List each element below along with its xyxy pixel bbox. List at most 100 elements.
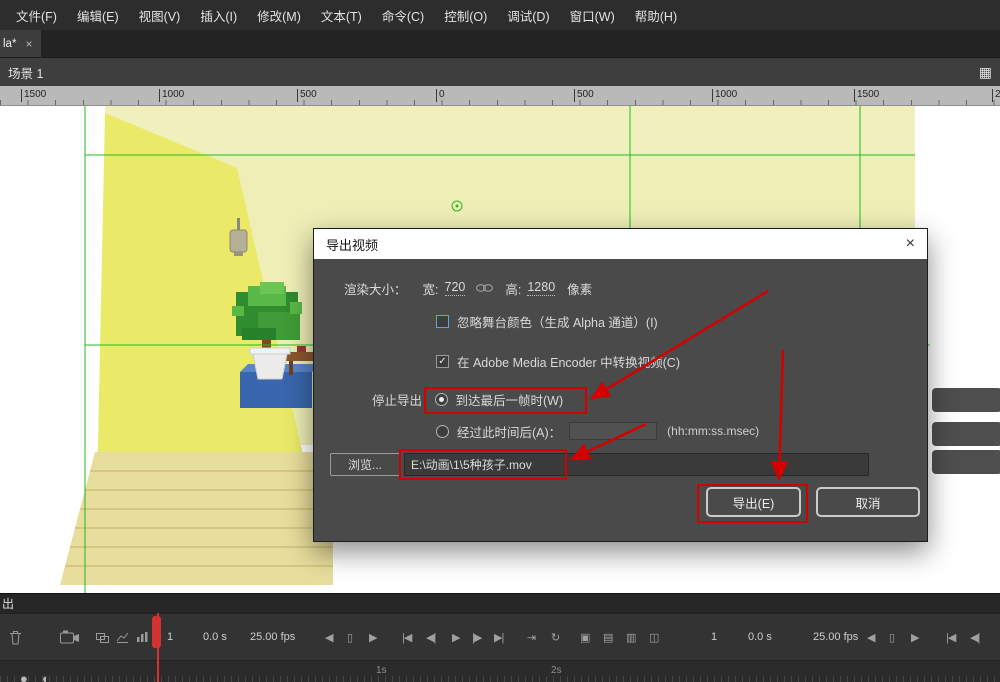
- camera-time-value: 0.0 s: [748, 631, 772, 643]
- menu-item-edit[interactable]: 编辑(E): [67, 0, 129, 30]
- media-encoder-checkbox[interactable]: ✓: [436, 354, 449, 368]
- render-size-row: 渲染大小： 宽: 720 高: 1280 像素: [344, 278, 592, 298]
- side-panel-bars: [932, 388, 1000, 474]
- chart-icon[interactable]: [136, 614, 149, 660]
- ruler-label: 1000: [712, 89, 737, 102]
- elapsed-time-input[interactable]: [569, 422, 658, 440]
- elapsed-time-radio[interactable]: [436, 424, 449, 438]
- camera-frame-rate-value[interactable]: 25.00 fps: [813, 614, 858, 660]
- playhead-handle[interactable]: [152, 616, 161, 648]
- menu-item-control[interactable]: 控制(O): [434, 0, 497, 30]
- menu-bar: 文件(F) 编辑(E) 视图(V) 插入(I) 修改(M) 文本(T) 命令(C…: [0, 0, 1000, 30]
- media-encoder-row: ✓ 在 Adobe Media Encoder 中转换视频(C): [436, 351, 680, 371]
- width-value[interactable]: 720: [444, 280, 466, 296]
- dialog-title-bar[interactable]: 导出视频 ×: [314, 229, 927, 259]
- menu-item-help[interactable]: 帮助(H): [625, 0, 687, 30]
- ignore-stage-color-row: 忽略舞台颜色（生成 Alpha 通道）(I): [436, 311, 658, 331]
- last-frame-radio[interactable]: [434, 392, 448, 406]
- step-back-icon[interactable]: ◀: [867, 614, 876, 660]
- layer-depth-icon[interactable]: [96, 614, 109, 660]
- animate-window: 文件(F) 编辑(E) 视图(V) 插入(I) 修改(M) 文本(T) 命令(C…: [0, 0, 1000, 682]
- camera-frame-value[interactable]: 1: [711, 614, 717, 660]
- ruler-label: 1500: [854, 89, 879, 102]
- output-panel-tab[interactable]: 出: [0, 593, 1000, 613]
- onion-outline-icon[interactable]: ▤: [603, 614, 613, 660]
- export-button[interactable]: 导出(E): [706, 487, 801, 517]
- media-encoder-label: 在 Adobe Media Encoder 中转换视频(C): [457, 355, 680, 370]
- output-path-row: 浏览... E:\动画\1\5种孩子.mov: [330, 453, 927, 476]
- time-format-hint: (hh:mm:ss.msec): [667, 424, 760, 438]
- output-path-field[interactable]: E:\动画\1\5种孩子.mov: [404, 453, 869, 476]
- document-tab-label: la*: [3, 37, 17, 50]
- edit-scene-icon[interactable]: ▦: [979, 64, 992, 81]
- loop-icon[interactable]: ↻: [551, 614, 560, 660]
- menu-item-commands[interactable]: 命令(C): [372, 0, 434, 30]
- width-label: 宽:: [422, 282, 439, 297]
- ruler-label: 1500: [21, 89, 46, 102]
- prev-frame-icon[interactable]: ◀|: [426, 614, 436, 660]
- ruler-label: 500: [297, 89, 317, 102]
- frame-rate-value[interactable]: 25.00 fps: [250, 614, 295, 660]
- frame-ruler-mark: 1s: [376, 665, 387, 676]
- onion-skin-icon[interactable]: ▣: [580, 614, 590, 660]
- play-icon[interactable]: ▶: [452, 614, 461, 660]
- graph-editor-icon[interactable]: [116, 614, 129, 660]
- layer-dot-icon: ●: [20, 671, 28, 682]
- frame-box-icon[interactable]: ▯: [347, 614, 353, 660]
- menu-item-text[interactable]: 文本(T): [311, 0, 372, 30]
- step-forward-icon[interactable]: ▶: [369, 614, 378, 660]
- go-first-frame-icon[interactable]: |◀: [402, 614, 412, 660]
- ignore-stage-color-label: 忽略舞台颜色（生成 Alpha 通道）(I): [457, 315, 658, 330]
- step-back-icon[interactable]: ◀: [325, 614, 334, 660]
- height-value[interactable]: 1280: [527, 280, 556, 296]
- delete-icon[interactable]: [8, 614, 23, 660]
- output-panel-label: 出: [2, 597, 15, 611]
- document-tab[interactable]: la* ×: [0, 30, 42, 57]
- go-first-frame-icon[interactable]: |◀: [946, 614, 956, 660]
- elapsed-time-label: 经过此时间后(A)：: [457, 425, 562, 440]
- layer-half-dot-icon: ◐: [42, 671, 50, 682]
- timeline-toolbar: 1 0.0 s 25.00 fps ◀ ▯ ▶ |◀ ◀| ▶ |▶ ▶| ⇥ …: [0, 613, 1000, 660]
- cancel-button[interactable]: 取消: [816, 487, 920, 517]
- document-tab-bar: la* ×: [0, 30, 1000, 58]
- scene-breadcrumb: 场景 1: [8, 66, 44, 81]
- ruler-label: 2: [992, 89, 1000, 102]
- ruler-tick-marks: [0, 100, 1000, 105]
- stop-export-label: 停止导出：: [372, 393, 435, 408]
- height-label: 高:: [505, 282, 522, 297]
- elapsed-time-row: 经过此时间后(A)： (hh:mm:ss.msec): [436, 421, 759, 441]
- menu-item-insert[interactable]: 插入(I): [190, 0, 247, 30]
- menu-item-view[interactable]: 视图(V): [129, 0, 191, 30]
- menu-item-modify[interactable]: 修改(M): [247, 0, 311, 30]
- pixels-label: 像素: [567, 282, 593, 297]
- edit-multiframe-icon[interactable]: ▥: [626, 614, 636, 660]
- menu-item-file[interactable]: 文件(F): [6, 0, 67, 30]
- floor-planks: [60, 452, 333, 585]
- tab-close-icon[interactable]: ×: [25, 37, 32, 51]
- ruler-label: 0: [436, 89, 445, 102]
- marker-range-icon[interactable]: ◫: [649, 614, 659, 660]
- frame-ruler-mark: 2s: [551, 665, 562, 676]
- camera-icon[interactable]: [60, 614, 80, 660]
- link-dimensions-icon[interactable]: [475, 283, 495, 293]
- prev-frame-icon[interactable]: ◀|: [970, 614, 980, 660]
- center-playhead-icon[interactable]: ⇥: [527, 614, 536, 660]
- menu-item-window[interactable]: 窗口(W): [560, 0, 625, 30]
- ignore-stage-color-checkbox[interactable]: [436, 314, 449, 328]
- browse-button[interactable]: 浏览...: [330, 453, 400, 476]
- elapsed-time-value: 0.0 s: [203, 631, 227, 643]
- stop-export-row: 停止导出： 到达最后一帧时(W): [372, 389, 563, 409]
- export-video-dialog: 导出视频 × 渲染大小： 宽: 720 高: 1280 像素 忽略舞台颜色（生成…: [313, 228, 928, 542]
- ruler-label: 1000: [159, 89, 184, 102]
- go-last-frame-icon[interactable]: ▶|: [494, 614, 504, 660]
- current-frame-value[interactable]: 1: [167, 614, 173, 660]
- menu-item-debug[interactable]: 调试(D): [497, 0, 559, 30]
- next-frame-icon[interactable]: |▶: [472, 614, 482, 660]
- close-icon[interactable]: ×: [906, 235, 915, 253]
- last-frame-label: 到达最后一帧时(W): [455, 393, 564, 408]
- timeline-frame-ruler[interactable]: 1s 2s ● ◐: [0, 660, 1000, 682]
- scene-bar: 场景 1 ▦: [0, 58, 1000, 86]
- step-forward-icon[interactable]: ▶: [911, 614, 920, 660]
- frame-box-icon[interactable]: ▯: [889, 614, 895, 660]
- dialog-title: 导出视频: [326, 237, 379, 253]
